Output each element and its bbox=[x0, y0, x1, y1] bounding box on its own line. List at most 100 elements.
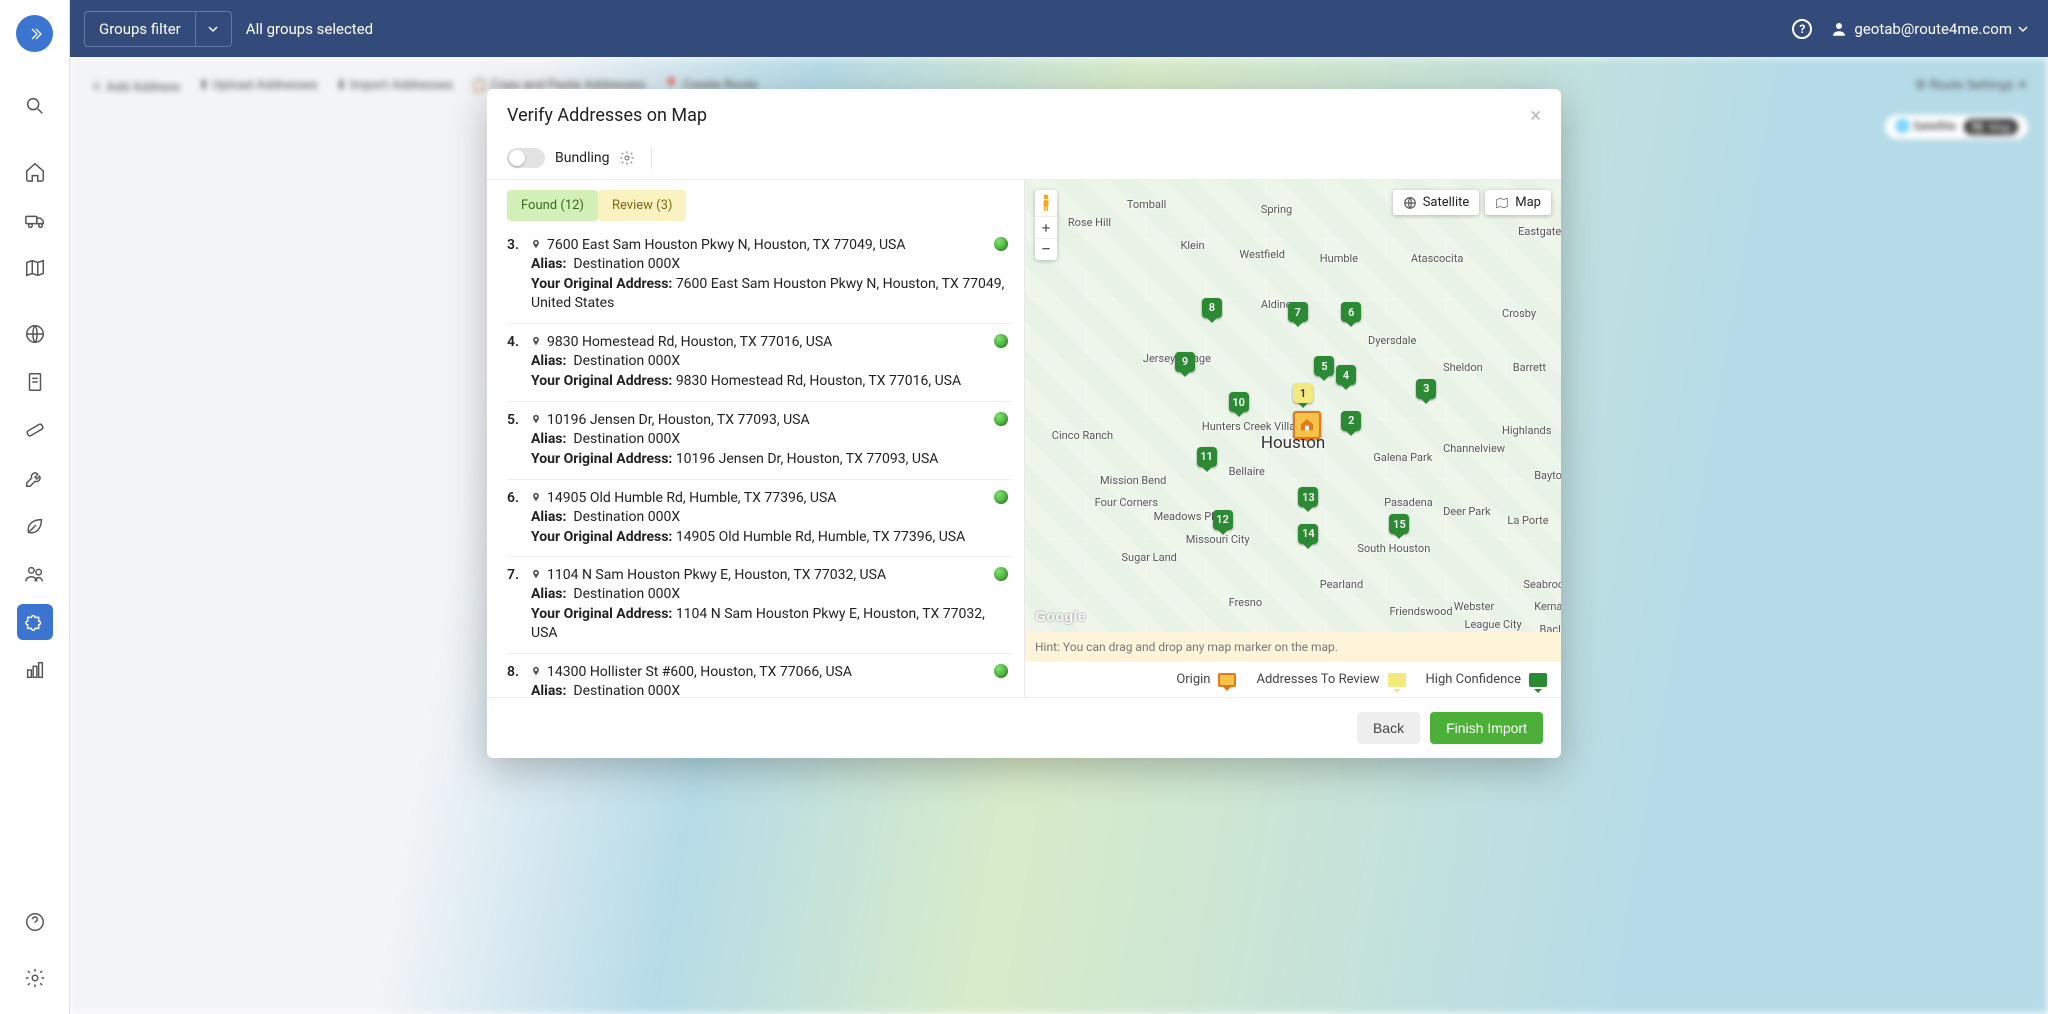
city-label: Crosby bbox=[1502, 307, 1536, 320]
hint-bar: Hint: You can drag and drop any map mark… bbox=[1025, 632, 1561, 662]
tab-review[interactable]: Review (3) bbox=[598, 190, 686, 221]
city-label: Spring bbox=[1261, 203, 1292, 216]
zoom-out[interactable]: − bbox=[1035, 238, 1057, 260]
city-label: Galena Park bbox=[1373, 451, 1432, 464]
legend-origin-icon bbox=[1218, 673, 1236, 687]
tabs: Found (12) Review (3) bbox=[487, 180, 1024, 221]
bundling-toggle[interactable] bbox=[507, 148, 545, 168]
map-type-map[interactable]: Map bbox=[1485, 190, 1551, 215]
tab-found[interactable]: Found (12) bbox=[507, 190, 598, 221]
map-marker[interactable]: 14 bbox=[1298, 524, 1318, 544]
pegman-icon[interactable] bbox=[1035, 190, 1057, 216]
legend-review-icon bbox=[1388, 673, 1406, 687]
legend-high-icon bbox=[1529, 673, 1547, 687]
verify-addresses-modal: Verify Addresses on Map × Bundling Found… bbox=[487, 89, 1561, 758]
map-type-satellite-label: Satellite bbox=[1423, 195, 1470, 210]
zoom-in[interactable]: + bbox=[1035, 216, 1057, 238]
city-label: Barrett bbox=[1513, 361, 1546, 374]
city-label: Channelview bbox=[1443, 442, 1505, 455]
modal-header: Verify Addresses on Map × bbox=[487, 89, 1561, 141]
gear-icon[interactable] bbox=[619, 150, 635, 166]
finish-import-button[interactable]: Finish Import bbox=[1430, 712, 1543, 744]
legend-review: Addresses To Review bbox=[1256, 672, 1405, 687]
city-label: Hunters Creek Village bbox=[1202, 420, 1307, 433]
city-label: Humble bbox=[1320, 252, 1358, 265]
city-label: Westfield bbox=[1239, 248, 1285, 261]
map-marker[interactable]: 13 bbox=[1298, 487, 1318, 507]
legend-origin: Origin bbox=[1176, 672, 1236, 687]
close-icon[interactable]: × bbox=[1530, 103, 1541, 127]
map-marker[interactable]: 7 bbox=[1288, 302, 1308, 322]
modal-body: Found (12) Review (3) 3. 7600 East Sam H… bbox=[487, 180, 1561, 697]
map-controls: + − bbox=[1035, 190, 1057, 260]
city-label: Bellaire bbox=[1229, 465, 1265, 478]
city-label: Kemah bbox=[1534, 600, 1561, 613]
city-label: Sugar Land bbox=[1121, 551, 1176, 564]
city-label: South Houston bbox=[1357, 542, 1430, 555]
city-label: Klein bbox=[1180, 239, 1204, 252]
address-row[interactable]: 6. 14905 Old Humble Rd, Humble, TX 77396… bbox=[507, 480, 1012, 558]
city-label: Mission Bend bbox=[1100, 474, 1166, 487]
divider bbox=[651, 147, 652, 169]
right-panel: + − Satellite Map Houston bbox=[1025, 180, 1561, 697]
city-label: Pearland bbox=[1320, 578, 1363, 591]
left-panel: Found (12) Review (3) 3. 7600 East Sam H… bbox=[487, 180, 1025, 697]
origin-label-marker[interactable]: 1 bbox=[1293, 383, 1313, 403]
address-row[interactable]: 8. 14300 Hollister St #600, Houston, TX … bbox=[507, 654, 1012, 697]
city-label: Friendswood bbox=[1389, 605, 1452, 618]
bundling-label: Bundling bbox=[555, 150, 609, 166]
map-marker[interactable]: 8 bbox=[1202, 298, 1222, 318]
confidence-dot bbox=[994, 412, 1008, 426]
legend: Origin Addresses To Review High Confiden… bbox=[1025, 662, 1561, 697]
city-label: Pasadena bbox=[1384, 496, 1433, 509]
map-marker[interactable]: 11 bbox=[1197, 447, 1217, 467]
confidence-dot bbox=[994, 490, 1008, 504]
google-logo: Google bbox=[1035, 608, 1086, 624]
city-label: Baytown bbox=[1534, 469, 1561, 482]
city-label: Fresno bbox=[1229, 596, 1262, 609]
map-marker[interactable]: 12 bbox=[1213, 510, 1233, 530]
city-label: League City bbox=[1465, 618, 1522, 631]
back-button[interactable]: Back bbox=[1357, 712, 1420, 744]
city-label: Seabrook bbox=[1523, 578, 1561, 591]
modal-subbar: Bundling bbox=[487, 141, 1561, 180]
address-row[interactable]: 7. 1104 N Sam Houston Pkwy E, Houston, T… bbox=[507, 557, 1012, 654]
origin-marker[interactable] bbox=[1293, 411, 1321, 439]
address-row[interactable]: 3. 7600 East Sam Houston Pkwy N, Houston… bbox=[507, 227, 1012, 324]
map-type-switcher: Satellite Map bbox=[1393, 190, 1551, 215]
city-label: Aldine bbox=[1261, 298, 1292, 311]
address-list[interactable]: 3. 7600 East Sam Houston Pkwy N, Houston… bbox=[487, 221, 1024, 697]
city-label: Four Corners bbox=[1095, 496, 1158, 509]
city-label: Rose Hill bbox=[1068, 216, 1111, 229]
map-type-satellite[interactable]: Satellite bbox=[1393, 190, 1480, 215]
address-row[interactable]: 4. 9830 Homestead Rd, Houston, TX 77016,… bbox=[507, 324, 1012, 402]
modal-footer: Back Finish Import bbox=[487, 697, 1561, 758]
map[interactable]: + − Satellite Map Houston bbox=[1025, 180, 1561, 632]
map-marker[interactable]: 3 bbox=[1416, 379, 1436, 399]
confidence-dot bbox=[994, 334, 1008, 348]
city-label: Deer Park bbox=[1443, 505, 1491, 518]
city-label: Webster bbox=[1454, 600, 1494, 613]
modal-backdrop: Verify Addresses on Map × Bundling Found… bbox=[0, 0, 2048, 1014]
city-label: Eastgate bbox=[1518, 225, 1561, 238]
map-marker[interactable]: 2 bbox=[1341, 411, 1361, 431]
confidence-dot bbox=[994, 237, 1008, 251]
map-type-map-label: Map bbox=[1515, 195, 1541, 210]
city-label: Cinco Ranch bbox=[1052, 429, 1113, 442]
city-label: Tomball bbox=[1127, 198, 1166, 211]
map-marker[interactable]: 15 bbox=[1389, 514, 1409, 534]
address-row[interactable]: 5. 10196 Jensen Dr, Houston, TX 77093, U… bbox=[507, 402, 1012, 480]
city-label: Atascocita bbox=[1411, 252, 1463, 265]
map-marker[interactable]: 5 bbox=[1314, 356, 1334, 376]
legend-high: High Confidence bbox=[1426, 672, 1547, 687]
modal-title: Verify Addresses on Map bbox=[507, 105, 707, 126]
city-label: Dyersdale bbox=[1368, 334, 1416, 347]
map-marker[interactable]: 6 bbox=[1341, 302, 1361, 322]
city-label: La Porte bbox=[1507, 514, 1548, 527]
city-label: Highlands bbox=[1502, 424, 1551, 437]
city-label: Sheldon bbox=[1443, 361, 1483, 374]
map-marker[interactable]: 9 bbox=[1175, 352, 1195, 372]
map-marker[interactable]: 4 bbox=[1336, 365, 1356, 385]
city-label: Bacliff bbox=[1540, 623, 1561, 632]
map-marker[interactable]: 10 bbox=[1229, 392, 1249, 412]
